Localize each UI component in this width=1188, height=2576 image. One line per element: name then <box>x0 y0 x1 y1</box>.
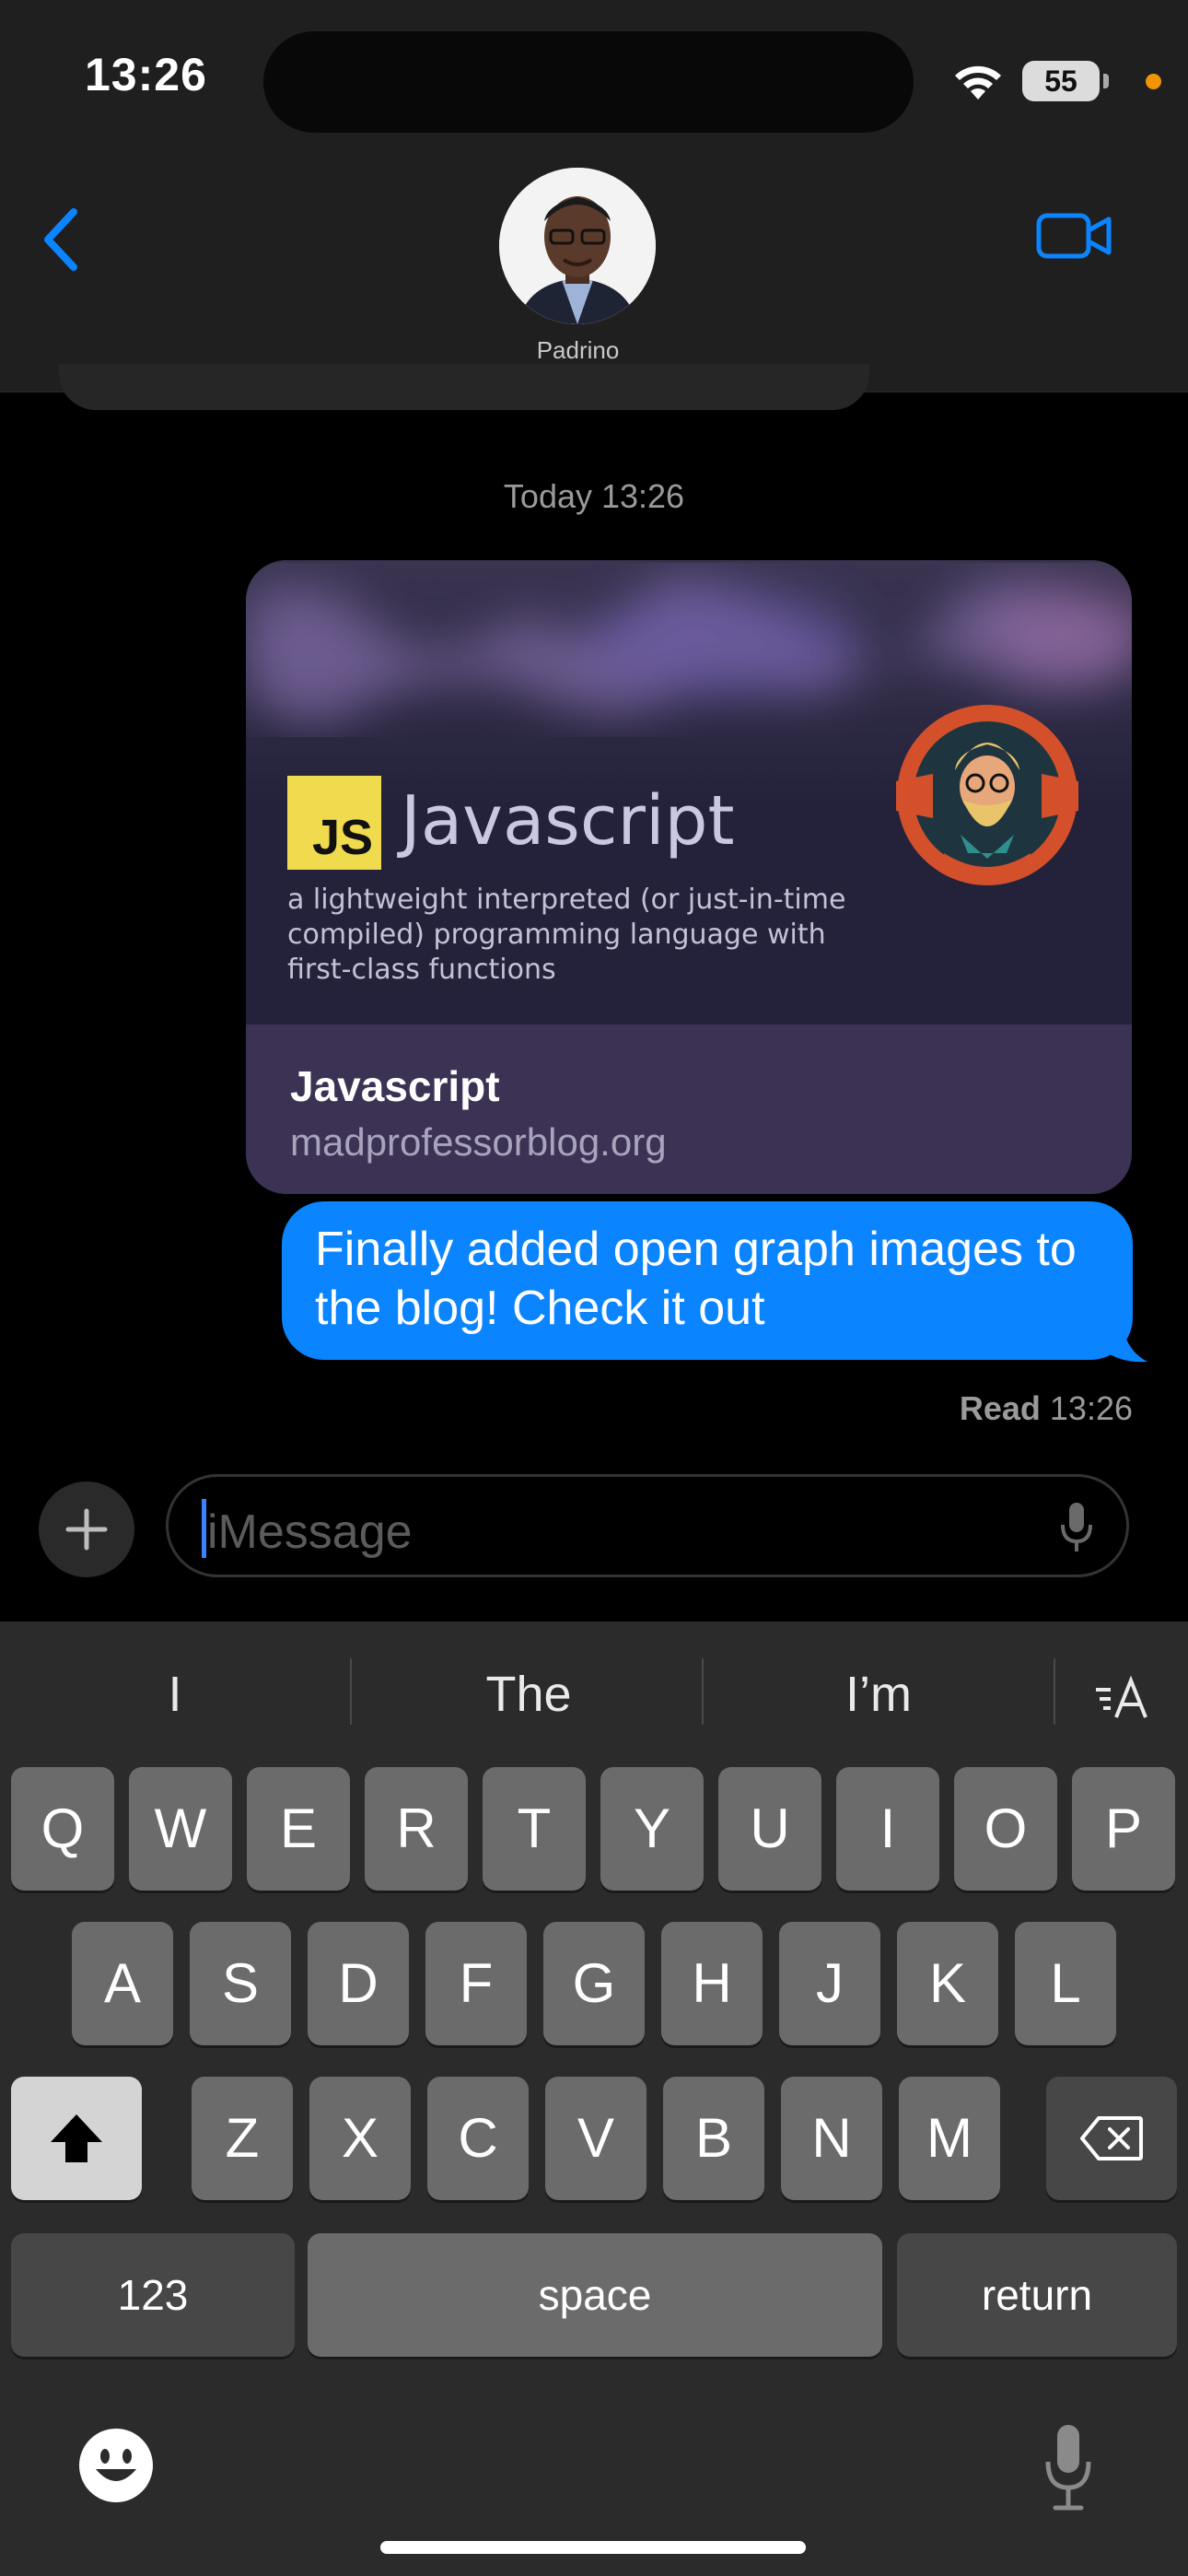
key-g[interactable]: G <box>543 1922 645 2045</box>
message-text: Finally added open graph images to the b… <box>315 1223 1077 1335</box>
chevron-left-icon[interactable] <box>35 203 90 276</box>
key-p[interactable]: P <box>1072 1767 1175 1891</box>
home-indicator[interactable] <box>380 2541 806 2554</box>
key-l[interactable]: L <box>1015 1922 1116 2045</box>
backspace-icon <box>1080 2116 1143 2160</box>
key-d[interactable]: D <box>308 1922 409 2045</box>
video-camera-icon[interactable] <box>1035 208 1112 263</box>
key-u[interactable]: U <box>718 1767 821 1891</box>
shift-arrow-icon <box>51 2114 102 2162</box>
plus-icon <box>65 1508 108 1551</box>
delete-key[interactable] <box>1046 2077 1177 2200</box>
previous-message-bubble <box>59 364 869 410</box>
space-key[interactable]: space <box>308 2233 882 2357</box>
status-time: 13:26 <box>85 49 207 100</box>
suggestion-divider <box>350 1658 352 1725</box>
dictation-mic-icon[interactable] <box>1058 1501 1095 1554</box>
open-graph-image: JS Javascript a lightweight interpreted … <box>246 560 1132 1025</box>
message-input[interactable]: iMessage <box>166 1474 1129 1577</box>
conversation-timestamp: Today 13:26 <box>503 477 685 515</box>
link-preview-title: Javascript <box>290 1062 500 1110</box>
numbers-key[interactable]: 123 <box>11 2233 295 2357</box>
link-preview-domain: madprofessorblog.org <box>290 1120 667 1164</box>
suggestion-3[interactable]: I’m <box>786 1666 971 1723</box>
link-preview-card[interactable]: JS Javascript a lightweight interpreted … <box>246 560 1132 1194</box>
text-caret <box>202 1499 206 1558</box>
javascript-logo: JS <box>287 776 381 870</box>
key-m[interactable]: M <box>899 2077 1000 2200</box>
og-image-description: a lightweight interpreted (or just-in-ti… <box>287 884 846 986</box>
wifi-icon <box>955 65 1001 100</box>
read-receipt: Read 13:26 <box>960 1389 1133 1428</box>
key-v[interactable]: V <box>545 2077 646 2200</box>
shift-key[interactable] <box>11 2077 142 2200</box>
key-s[interactable]: S <box>190 1922 291 2045</box>
key-k[interactable]: K <box>897 1922 998 2045</box>
contact-avatar[interactable] <box>499 168 656 324</box>
mad-professor-logo <box>896 705 1078 885</box>
emoji-icon[interactable] <box>77 2427 155 2504</box>
key-y[interactable]: Y <box>600 1767 704 1891</box>
key-a[interactable]: A <box>72 1922 173 2045</box>
key-c[interactable]: C <box>427 2077 529 2200</box>
contact-name[interactable]: Padrino <box>502 336 654 365</box>
og-image-title: Javascript <box>401 781 735 861</box>
key-o[interactable]: O <box>954 1767 1057 1891</box>
key-w[interactable]: W <box>129 1767 232 1891</box>
key-x[interactable]: X <box>309 2077 411 2200</box>
avatar-photo <box>499 168 656 324</box>
dynamic-island <box>263 31 914 133</box>
key-f[interactable]: F <box>425 1922 527 2045</box>
key-r[interactable]: R <box>365 1767 468 1891</box>
key-b[interactable]: B <box>663 2077 764 2200</box>
link-preview-footer[interactable]: Javascript madprofessorblog.org <box>246 1025 1132 1194</box>
key-e[interactable]: E <box>247 1767 350 1891</box>
key-h[interactable]: H <box>661 1922 763 2045</box>
keyboard: I The I’m Q W E R T Y U I O P A S D F G … <box>0 1622 1188 2576</box>
key-n[interactable]: N <box>781 2077 882 2200</box>
suggestion-divider <box>1054 1658 1055 1725</box>
key-j[interactable]: J <box>779 1922 880 2045</box>
return-key[interactable]: return <box>897 2233 1177 2357</box>
input-placeholder: iMessage <box>207 1505 413 1559</box>
key-i[interactable]: I <box>836 1767 939 1891</box>
battery-indicator: 55 <box>1022 61 1100 101</box>
read-time: 13:26 <box>1049 1389 1133 1427</box>
privacy-indicator-dot <box>1146 74 1161 89</box>
sent-message-bubble[interactable]: Finally added open graph images to the b… <box>282 1201 1133 1360</box>
bubble-tail <box>1101 1308 1147 1363</box>
keyboard-dictation-icon[interactable] <box>1042 2421 1094 2513</box>
apps-plus-button[interactable] <box>39 1481 134 1577</box>
text-format-icon[interactable] <box>1092 1673 1151 1725</box>
read-label: Read <box>959 1389 1041 1427</box>
suggestion-divider <box>702 1658 704 1725</box>
key-z[interactable]: Z <box>192 2077 293 2200</box>
key-t[interactable]: T <box>483 1767 586 1891</box>
navigation-header: 13:26 55 Padrino <box>0 0 1188 392</box>
suggestion-1[interactable]: I <box>83 1666 267 1723</box>
battery-cap <box>1103 74 1109 88</box>
suggestion-2[interactable]: The <box>437 1666 621 1723</box>
key-q[interactable]: Q <box>11 1767 114 1891</box>
